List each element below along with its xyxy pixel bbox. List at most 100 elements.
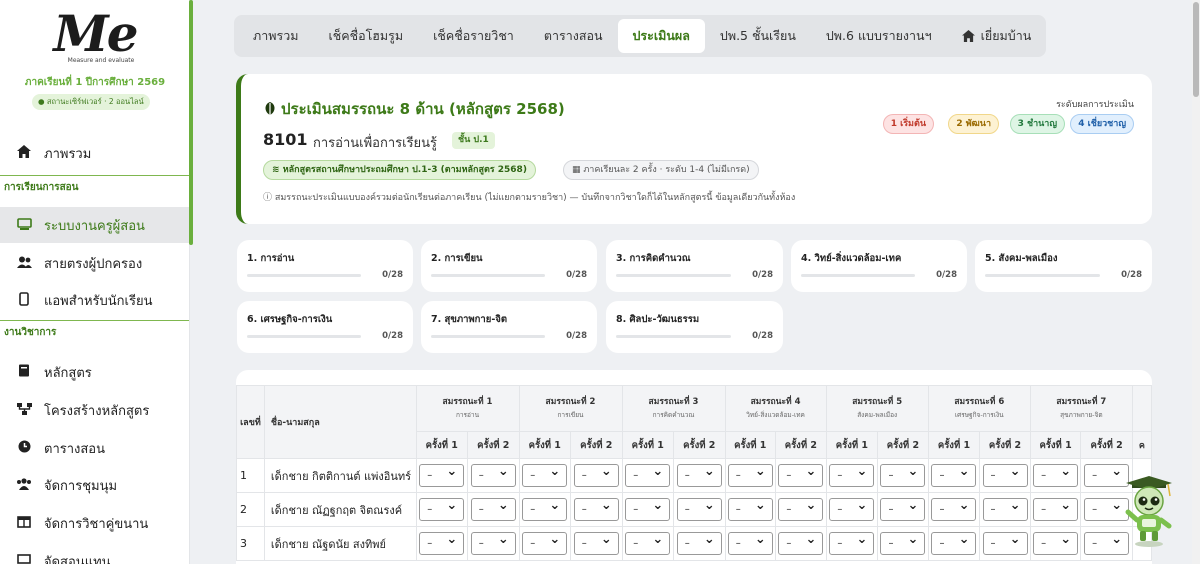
- sidebar-item-label: สายตรงผู้ปกครอง: [44, 256, 143, 272]
- col-header-time1: ครั้งที่ 1: [415, 431, 468, 459]
- score-cell: –: [927, 458, 981, 493]
- score-cell: –: [570, 526, 623, 561]
- score-select[interactable]: –: [625, 461, 671, 487]
- score-select[interactable]: –: [1033, 529, 1079, 555]
- score-select[interactable]: –: [419, 495, 465, 521]
- mascot-robot[interactable]: [1122, 474, 1176, 548]
- sidebar-item-parents[interactable]: สายตรงผู้ปกครอง: [0, 245, 189, 281]
- score-select[interactable]: –: [573, 529, 619, 555]
- score-select[interactable]: –: [676, 495, 722, 521]
- table-row: 2เด็กชาย ณัฏฐกฤต จิตณรงค์––––––––––––––: [236, 492, 1152, 527]
- score-select[interactable]: –: [1033, 461, 1079, 487]
- terms-chip: ▦ ภาคเรียนละ 2 ครั้ง · ระดับ 1-4 (ไม่มีเ…: [563, 160, 759, 180]
- tab-homeroom-attendance[interactable]: เช็คชื่อโฮมรูม: [313, 19, 418, 53]
- score-select[interactable]: –: [829, 495, 875, 521]
- sidebar-item-curriculum-structure[interactable]: โครงสร้างหลักสูตร: [0, 392, 189, 428]
- score-select[interactable]: –: [880, 495, 926, 521]
- score-select[interactable]: –: [470, 529, 516, 555]
- sidebar-item-label: ตารางสอน: [44, 441, 106, 457]
- score-select[interactable]: –: [880, 529, 926, 555]
- sidebar-item-student-app[interactable]: แอพสำหรับนักเรียน: [0, 282, 189, 318]
- sidebar-item-label: ระบบงานครูผู้สอน: [44, 218, 145, 234]
- score-select[interactable]: –: [676, 529, 722, 555]
- score-select[interactable]: –: [470, 495, 516, 521]
- competency-group-subtitle: การคิดคำนวณ: [652, 410, 695, 419]
- score-select[interactable]: –: [676, 461, 722, 487]
- student-no: 3: [236, 526, 265, 561]
- score-select[interactable]: –: [778, 529, 824, 555]
- col-header-no: เลขที่: [236, 385, 265, 459]
- tab-por5[interactable]: ปพ.5 ชั้นเรียน: [705, 19, 811, 53]
- competency-title: 6. เศรษฐกิจ-การเงิน: [247, 314, 333, 325]
- score-select[interactable]: –: [982, 461, 1028, 487]
- col-group-competency: สมรรถนะที่ 4 วิทย์-สิ่งแวดล้อม-เทค: [724, 385, 827, 432]
- score-select[interactable]: –: [931, 495, 977, 521]
- score-select[interactable]: –: [573, 495, 619, 521]
- score-select[interactable]: –: [829, 529, 875, 555]
- score-select[interactable]: –: [829, 461, 875, 487]
- competency-title: 4. วิทย์-สิ่งแวดล้อม-เทค: [801, 253, 902, 264]
- competency-progress-bar: [431, 335, 545, 338]
- score-select[interactable]: –: [625, 529, 671, 555]
- score-cell: –: [1029, 492, 1082, 527]
- competency-progress-bar: [801, 274, 915, 277]
- sidebar-item-timetable[interactable]: ตารางสอน: [0, 430, 189, 466]
- competency-count: 0/28: [382, 270, 403, 280]
- page-scrollbar[interactable]: [1192, 0, 1200, 564]
- score-cell: –: [1029, 458, 1082, 493]
- competency-title: 8. ศิลปะ-วัฒนธรรม: [616, 314, 700, 325]
- competency-progress-bar: [431, 274, 545, 277]
- sidebar-section-academic: งานวิชาการ: [0, 320, 189, 344]
- score-select[interactable]: –: [778, 461, 824, 487]
- competency-group-subtitle: สุขภาพกาย-จิต: [1060, 410, 1103, 419]
- score-select[interactable]: –: [470, 461, 516, 487]
- score-select[interactable]: –: [727, 495, 773, 521]
- tab-overview[interactable]: ภาพรวม: [238, 19, 313, 53]
- tab-bar: ภาพรวม เช็คชื่อโฮมรูม เช็คชื่อรายวิชา ตา…: [234, 15, 1046, 57]
- score-select[interactable]: –: [419, 529, 465, 555]
- sidebar-scrollbar[interactable]: [189, 0, 193, 245]
- score-select[interactable]: –: [931, 529, 977, 555]
- score-cell: –: [877, 526, 929, 561]
- score-select[interactable]: –: [982, 495, 1028, 521]
- score-cell: –: [825, 458, 879, 493]
- score-select[interactable]: –: [625, 495, 671, 521]
- score-select[interactable]: –: [778, 495, 824, 521]
- assessment-header-card: ประเมินสมรรถนะ 8 ด้าน (หลักสูตร 2568) 81…: [236, 74, 1152, 224]
- score-select[interactable]: –: [931, 461, 977, 487]
- sidebar-item-parallel-courses[interactable]: จัดการวิชาคู่ขนาน: [0, 505, 189, 541]
- tab-home-visit[interactable]: เยี่ยมบ้าน: [947, 19, 1047, 53]
- score-select[interactable]: –: [573, 461, 619, 487]
- competency-card: 1. การอ่าน 0/28: [237, 240, 413, 292]
- competency-group-subtitle: สังคม-พลเมือง: [857, 410, 898, 419]
- chalkboard-icon: [14, 217, 34, 233]
- score-select[interactable]: –: [522, 529, 568, 555]
- score-cell: –: [927, 526, 981, 561]
- score-select[interactable]: –: [1033, 495, 1079, 521]
- tab-assessment[interactable]: ประเมินผล: [617, 19, 705, 53]
- sidebar-item-clubs[interactable]: จัดการชุมนุม: [0, 467, 189, 503]
- score-select[interactable]: –: [727, 461, 773, 487]
- app-logo[interactable]: Me Measure and evaluate: [0, 8, 189, 65]
- sidebar-item-substitute[interactable]: จัดสอนแทน: [0, 543, 189, 564]
- sidebar-item-overview[interactable]: ภาพรวม: [0, 135, 189, 171]
- terms-chip-label: ภาคเรียนละ 2 ครั้ง · ระดับ 1-4 (ไม่มีเกร…: [583, 165, 750, 175]
- tab-timetable[interactable]: ตารางสอน: [529, 19, 618, 53]
- score-select[interactable]: –: [522, 495, 568, 521]
- sidebar-item-teacher-system[interactable]: ระบบงานครูผู้สอน: [0, 207, 189, 243]
- page-scrollbar-thumb[interactable]: [1193, 2, 1199, 97]
- layers-icon: ≋: [272, 165, 283, 175]
- users-icon: [14, 256, 34, 271]
- score-select[interactable]: –: [522, 461, 568, 487]
- score-cell: –: [673, 458, 726, 493]
- score-cell: –: [979, 458, 1031, 493]
- score-select[interactable]: –: [727, 529, 773, 555]
- tab-por6[interactable]: ปพ.6 แบบรายงานฯ: [811, 19, 947, 53]
- level-badge-3: 3 ชำนาญ: [1009, 114, 1065, 134]
- score-select[interactable]: –: [982, 529, 1028, 555]
- sidebar-item-curriculum[interactable]: หลักสูตร: [0, 354, 189, 390]
- competency-group-title: สมรรถนะที่ 1: [442, 396, 493, 407]
- score-select[interactable]: –: [419, 461, 465, 487]
- score-select[interactable]: –: [880, 461, 926, 487]
- tab-course-attendance[interactable]: เช็คชื่อรายวิชา: [418, 19, 529, 53]
